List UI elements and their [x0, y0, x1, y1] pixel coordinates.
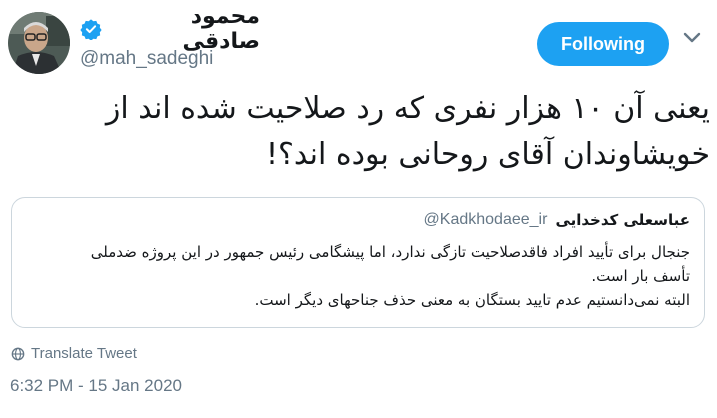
author-name-row[interactable]: محمود صادقی — [80, 4, 260, 54]
tweet-text-line: یعنی آن ۱۰ هزار نفری که رد صلاحیت شده ان… — [105, 91, 710, 126]
quoted-text-line: جنجال برای تأیید افراد فاقدصلاحیت تازگی … — [90, 243, 690, 261]
quoted-display-name: عباسعلی کدخدایی — [555, 211, 690, 229]
tweet-header: محمود صادقی @mah_sadeghi Following — [0, 0, 717, 82]
author-display-name: محمود صادقی — [182, 4, 260, 54]
translate-tweet-link[interactable]: Translate Tweet — [11, 343, 137, 363]
profile-photo — [8, 12, 70, 74]
quoted-text-line: تأسف بار است. — [591, 267, 690, 285]
verified-badge-icon — [80, 18, 102, 41]
quoted-tweet-header: عباسعلی کدخدایی @Kadkhodaee_ir — [424, 208, 690, 232]
tweet-text: یعنی آن ۱۰ هزار نفری که رد صلاحیت شده ان… — [20, 86, 710, 178]
quoted-tweet[interactable]: عباسعلی کدخدایی @Kadkhodaee_ir جنجال برا… — [11, 197, 705, 328]
quoted-handle: @Kadkhodaee_ir — [423, 211, 548, 228]
avatar[interactable] — [8, 12, 70, 74]
author-handle[interactable]: @mah_sadeghi — [80, 48, 213, 70]
translate-tweet-label: Translate Tweet — [31, 344, 137, 362]
globe-icon — [11, 346, 25, 361]
tweet-text-line: خویشاوندان آقای روحانی بوده اند؟! — [265, 137, 710, 172]
chevron-down-icon[interactable] — [680, 26, 704, 50]
tweet-timestamp[interactable]: 6:32 PM - 15 Jan 2020 — [10, 376, 182, 396]
following-button[interactable]: Following — [537, 22, 669, 66]
quoted-text-line: البته نمی‌دانستیم عدم تایید بستگان به مع… — [254, 291, 690, 309]
quoted-tweet-text: جنجال برای تأیید افراد فاقدصلاحیت تازگی … — [22, 240, 690, 312]
